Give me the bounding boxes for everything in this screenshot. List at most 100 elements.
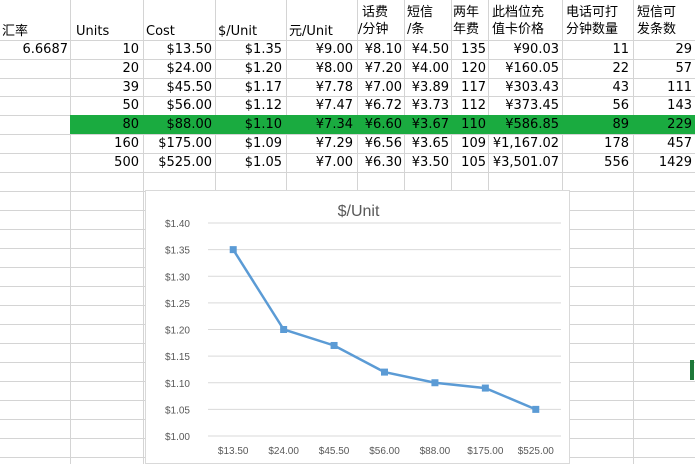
y-tick-label: $1.20 xyxy=(165,326,190,337)
data-point-marker xyxy=(381,368,388,376)
cell-usd[interactable]: $1.12 xyxy=(216,96,282,115)
cell-units[interactable]: 20 xyxy=(71,59,139,78)
x-tick-label: $175.00 xyxy=(467,446,504,457)
header-cost[interactable]: Cost xyxy=(146,22,212,41)
cell-sms_count[interactable]: 229 xyxy=(634,115,692,134)
y-tick-label: $1.40 xyxy=(165,219,190,230)
cell-card[interactable]: ¥303.43 xyxy=(489,78,559,97)
cell-cny[interactable]: ¥8.00 xyxy=(287,59,353,78)
data-point-marker xyxy=(481,384,489,392)
cell-cost[interactable]: $24.00 xyxy=(144,59,213,78)
cell-cost[interactable]: $13.50 xyxy=(144,40,213,59)
cell-card[interactable]: ¥373.45 xyxy=(489,96,559,115)
header-cny-per-unit[interactable]: 元/Unit xyxy=(289,22,355,41)
x-tick-label: $56.00 xyxy=(369,446,400,457)
cell-biennial[interactable]: 110 xyxy=(452,115,486,134)
header-rate[interactable]: 汇率 xyxy=(2,22,68,41)
cell-call[interactable]: ¥7.20 xyxy=(358,59,402,78)
cell-minutes[interactable]: 556 xyxy=(563,153,629,172)
cell-sms[interactable]: ¥3.89 xyxy=(405,78,449,97)
header-card-price-line2[interactable]: 值卡价格 xyxy=(492,21,562,40)
header-units[interactable]: Units xyxy=(76,22,142,41)
cell-biennial[interactable]: 105 xyxy=(452,153,486,172)
cell-sms_count[interactable]: 457 xyxy=(634,134,692,153)
header-usd-per-unit[interactable]: $/Unit xyxy=(218,22,284,41)
cell-call[interactable]: ¥8.10 xyxy=(358,40,402,59)
cell-minutes[interactable]: 43 xyxy=(563,78,629,97)
cell-sms_count[interactable]: 57 xyxy=(634,59,692,78)
cell-usd[interactable]: $1.20 xyxy=(216,59,282,78)
cell-biennial[interactable]: 109 xyxy=(452,134,486,153)
cell-minutes[interactable]: 11 xyxy=(563,40,629,59)
cell-sms[interactable]: ¥3.50 xyxy=(405,153,449,172)
cell-sms_count[interactable]: 143 xyxy=(634,96,692,115)
cell-units[interactable]: 10 xyxy=(71,40,139,59)
cell-sms[interactable]: ¥4.50 xyxy=(405,40,449,59)
cell-usd[interactable]: $1.35 xyxy=(216,40,282,59)
cell-card[interactable]: ¥90.03 xyxy=(489,40,560,59)
data-point-marker xyxy=(330,341,338,349)
cell-usd[interactable]: $1.05 xyxy=(216,153,282,172)
cell-card[interactable]: ¥3,501.07 xyxy=(489,153,559,172)
cell-units[interactable]: 160 xyxy=(71,134,139,153)
cell-sms[interactable]: ¥3.73 xyxy=(405,96,449,115)
cell-sms[interactable]: ¥3.65 xyxy=(405,134,449,153)
cell-units[interactable]: 500 xyxy=(71,153,139,172)
header-biennial-line2[interactable]: 年费 xyxy=(453,21,488,40)
y-tick-label: $1.10 xyxy=(165,379,190,390)
cell-sms[interactable]: ¥3.67 xyxy=(405,115,449,134)
cell-call[interactable]: ¥6.72 xyxy=(358,96,402,115)
header-call-minutes-line2[interactable]: 分钟数量 xyxy=(566,21,633,40)
cell-call[interactable]: ¥7.00 xyxy=(358,78,402,97)
x-tick-label: $525.00 xyxy=(518,446,555,457)
cell-biennial[interactable]: 120 xyxy=(452,59,486,78)
cell-cost[interactable]: $175.00 xyxy=(144,134,212,153)
cell-call[interactable]: ¥6.56 xyxy=(358,134,402,153)
cell-cost[interactable]: $45.50 xyxy=(144,78,213,97)
x-tick-label: $24.00 xyxy=(268,446,299,457)
cell-usd[interactable]: $1.17 xyxy=(216,78,282,97)
cell-card[interactable]: ¥586.85 xyxy=(489,115,559,134)
cell-call[interactable]: ¥6.30 xyxy=(358,153,402,172)
data-point-marker xyxy=(532,405,540,413)
data-point-marker xyxy=(229,246,237,254)
cell-units[interactable]: 50 xyxy=(71,96,139,115)
cell-cny[interactable]: ¥7.00 xyxy=(287,153,353,172)
cell-sms_count[interactable]: 111 xyxy=(634,78,692,97)
header-sms-line2[interactable]: /条 xyxy=(407,21,451,40)
cell-units[interactable]: 80 xyxy=(71,115,139,134)
cell-biennial[interactable]: 135 xyxy=(452,40,486,59)
y-tick-label: $1.30 xyxy=(165,272,190,283)
cell-biennial[interactable]: 117 xyxy=(452,78,486,97)
x-tick-label: $88.00 xyxy=(420,446,451,457)
cell-cny[interactable]: ¥7.78 xyxy=(287,78,353,97)
cell-units[interactable]: 39 xyxy=(71,78,139,97)
cell-sms[interactable]: ¥4.00 xyxy=(405,59,449,78)
rate-value-cell[interactable]: 6.6687 xyxy=(0,40,69,59)
cell-cny[interactable]: ¥7.34 xyxy=(287,115,353,134)
chart-plot: $1.40 $1.35 $1.30 $1.25 $1.20 $1.15 $1.10 $1.05… xyxy=(165,219,561,457)
cell-cost[interactable]: $88.00 xyxy=(144,115,213,134)
cell-cny[interactable]: ¥7.47 xyxy=(287,96,353,115)
cell-cost[interactable]: $525.00 xyxy=(144,153,212,172)
cell-minutes[interactable]: 56 xyxy=(563,96,629,115)
header-call-fee-line2[interactable]: /分钟 xyxy=(358,21,404,40)
cell-biennial[interactable]: 112 xyxy=(452,96,486,115)
cell-call[interactable]: ¥6.60 xyxy=(358,115,402,134)
cell-usd[interactable]: $1.09 xyxy=(216,134,282,153)
cell-cny[interactable]: ¥9.00 xyxy=(287,40,353,59)
y-tick-label: $1.15 xyxy=(165,352,190,363)
cell-sms_count[interactable]: 29 xyxy=(634,40,692,59)
cell-usd[interactable]: $1.10 xyxy=(216,115,282,134)
cell-cny[interactable]: ¥7.29 xyxy=(287,134,353,153)
cell-minutes[interactable]: 89 xyxy=(563,115,629,134)
header-sms-count-line2[interactable]: 发条数 xyxy=(637,21,695,40)
cell-card[interactable]: ¥1,167.02 xyxy=(489,134,559,153)
y-tick-label: $1.00 xyxy=(165,432,190,443)
cell-minutes[interactable]: 22 xyxy=(563,59,629,78)
cell-card[interactable]: ¥160.05 xyxy=(489,59,559,78)
cell-cost[interactable]: $56.00 xyxy=(144,96,213,115)
cell-sms_count[interactable]: 1429 xyxy=(634,153,692,172)
cell-minutes[interactable]: 178 xyxy=(563,134,629,153)
line-chart[interactable]: $/Unit $1.40 $1.35 $1.30 $1.25 $1.20 $1.15 $1.… xyxy=(145,190,570,464)
